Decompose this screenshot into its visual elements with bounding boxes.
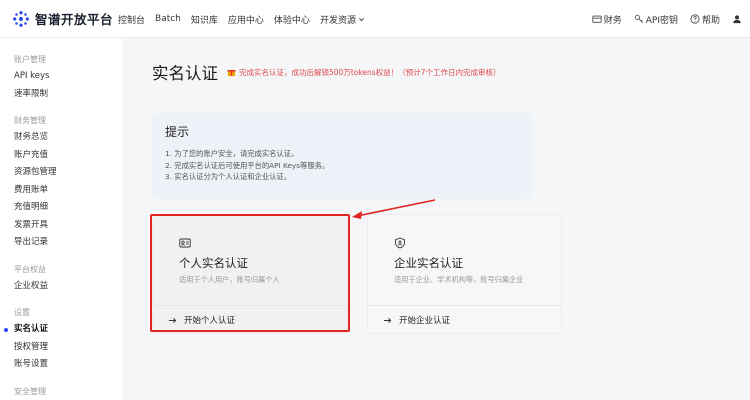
nav-knowledge[interactable]: 知识库: [191, 13, 218, 26]
finance-link[interactable]: 财务: [592, 13, 622, 26]
api-key-link[interactable]: API密钥: [634, 13, 678, 26]
key-icon: [634, 14, 643, 24]
sidebar-item-resource-packs[interactable]: 资源包管理: [0, 164, 122, 182]
help-icon: [690, 14, 700, 24]
company-card-desc: 适用于企业、学术机构等，账号归属企业: [394, 275, 524, 284]
page-title: 实名认证: [152, 64, 218, 83]
sidebar: 账户管理 API keys 速率限制 财务管理 财务总览 账户充值 资源包管理 …: [0, 38, 122, 400]
arrow-right-icon: [383, 317, 392, 323]
sidebar-group-account: 账户管理: [14, 55, 46, 64]
promo-banner: 完成实名认证，成功后解锁500万tokens权益！（预计7个工作日内完成审核）: [227, 67, 500, 78]
sidebar-group-finance: 财务管理: [14, 116, 46, 125]
id-card-icon: [179, 238, 191, 248]
company-action-label: 开始企业认证: [399, 316, 451, 326]
nav-experience[interactable]: 体验中心: [274, 13, 310, 26]
sidebar-item-bills[interactable]: 费用账单: [0, 182, 122, 200]
card-divider: [153, 305, 347, 306]
header-tools: 财务 API密钥 帮助: [580, 0, 744, 38]
tips-line: 1. 为了您的账户安全，请完成实名认证。: [165, 149, 299, 158]
user-icon: [733, 15, 741, 24]
personal-card-desc: 适用于个人用户，账号归属个人: [179, 275, 280, 284]
sidebar-group-settings: 设置: [14, 308, 30, 317]
sidebar-item-invoices[interactable]: 发票开具: [0, 217, 122, 235]
tips-line: 3. 实名认证分为个人认证和企业认证。: [165, 172, 292, 181]
top-navbar: 智谱开放平台 控制台 Batch 知识库 应用中心 体验中心 开发资源 财务 A…: [0, 0, 750, 38]
start-personal-verification-button[interactable]: 开始个人认证: [168, 314, 235, 326]
user-menu[interactable]: [732, 14, 744, 24]
help-link[interactable]: 帮助: [690, 13, 720, 26]
sidebar-group-benefits: 平台权益: [14, 264, 46, 274]
logo-icon: [13, 10, 29, 27]
arrow-right-icon: [168, 317, 177, 323]
nav-dev-resources-label: 开发资源: [319, 15, 356, 26]
sidebar-item-account-settings[interactable]: 账号设置: [0, 356, 122, 374]
app-name: 智谱开放平台: [35, 12, 114, 27]
help-label: 帮助: [701, 15, 720, 26]
tips-title: 提示: [165, 125, 190, 139]
nav-batch[interactable]: Batch: [155, 14, 181, 24]
card-divider: [368, 305, 561, 306]
promo-text: 完成实名认证，成功后解锁500万tokens权益！（预计7个工作日内完成审核）: [239, 68, 501, 77]
personal-action-label: 开始个人认证: [184, 316, 236, 326]
nav-dev-resources[interactable]: 开发资源: [320, 13, 365, 26]
personal-verification-card[interactable]: 个人实名认证 适用于个人用户，账号归属个人 开始个人认证: [152, 214, 348, 334]
sidebar-item-recharge[interactable]: 账户充值: [0, 147, 122, 165]
nav-app-center[interactable]: 应用中心: [228, 13, 264, 26]
gift-icon: [227, 69, 236, 77]
sidebar-item-authorization[interactable]: 授权管理: [0, 339, 122, 357]
tips-panel: 提示 1. 为了您的账户安全，请完成实名认证。 2. 完成实名认证后可使用平台的…: [152, 113, 532, 199]
finance-label: 财务: [603, 15, 622, 26]
chevron-down-icon: [359, 17, 364, 21]
sidebar-item-enterprise-benefits[interactable]: 企业权益: [0, 278, 122, 296]
main-content: 实名认证 完成实名认证，成功后解锁500万tokens权益！（预计7个工作日内完…: [122, 38, 750, 400]
tips-line: 2. 完成实名认证后可使用平台的API Keys等服务。: [165, 160, 330, 170]
sidebar-item-finance-overview[interactable]: 财务总览: [0, 129, 122, 147]
sidebar-item-api-keys[interactable]: API keys: [0, 68, 122, 86]
personal-card-title: 个人实名认证: [179, 256, 248, 270]
api-key-label: API密钥: [645, 15, 678, 26]
start-company-verification-button[interactable]: 开始企业认证: [383, 314, 450, 326]
sidebar-item-recharge-details[interactable]: 充值明细: [0, 199, 122, 217]
sidebar-item-export-records[interactable]: 导出记录: [0, 234, 122, 252]
sidebar-item-rate-limit[interactable]: 速率限制: [0, 86, 122, 104]
sidebar-item-verification[interactable]: 实名认证: [0, 321, 122, 339]
wallet-icon: [592, 15, 602, 23]
nav-console[interactable]: 控制台: [118, 13, 145, 26]
company-verification-card[interactable]: 企业实名认证 适用于企业、学术机构等，账号归属企业 开始企业认证: [367, 214, 562, 334]
sidebar-group-security: 安全管理: [14, 386, 46, 396]
shield-icon: [395, 237, 405, 249]
main-nav: 控制台 Batch 知识库 应用中心 体验中心 开发资源: [118, 0, 375, 38]
company-card-title: 企业实名认证: [394, 256, 463, 270]
logo[interactable]: 智谱开放平台: [12, 9, 113, 28]
